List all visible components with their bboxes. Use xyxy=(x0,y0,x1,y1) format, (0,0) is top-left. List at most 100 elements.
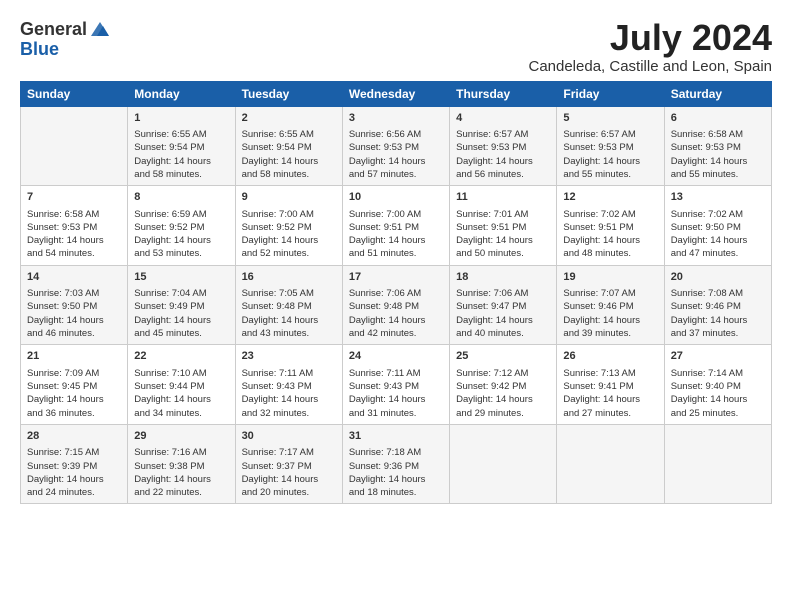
col-saturday: Saturday xyxy=(664,81,771,106)
cell-content-line: Sunrise: 6:58 AM xyxy=(27,208,121,221)
day-number: 30 xyxy=(242,429,336,444)
table-row: 6Sunrise: 6:58 AMSunset: 9:53 PMDaylight… xyxy=(664,106,771,186)
col-wednesday: Wednesday xyxy=(342,81,449,106)
day-number: 29 xyxy=(134,429,228,444)
cell-content-line: Sunset: 9:40 PM xyxy=(671,380,765,393)
cell-content-line: Sunrise: 7:05 AM xyxy=(242,287,336,300)
cell-content-line: Daylight: 14 hours xyxy=(563,234,657,247)
day-number: 23 xyxy=(242,349,336,364)
cell-content-line: Sunrise: 7:17 AM xyxy=(242,446,336,459)
cell-content-line: and 25 minutes. xyxy=(671,407,765,420)
cell-content-line: and 51 minutes. xyxy=(349,247,443,260)
day-number: 10 xyxy=(349,190,443,205)
cell-content-line: and 58 minutes. xyxy=(242,168,336,181)
cell-content-line: Sunset: 9:51 PM xyxy=(563,221,657,234)
cell-content-line: Daylight: 14 hours xyxy=(242,314,336,327)
cell-content-line: Daylight: 14 hours xyxy=(563,155,657,168)
cell-content-line: Sunset: 9:52 PM xyxy=(134,221,228,234)
col-friday: Friday xyxy=(557,81,664,106)
cell-content-line: Sunrise: 6:58 AM xyxy=(671,128,765,141)
cell-content-line: Daylight: 14 hours xyxy=(563,314,657,327)
table-row xyxy=(664,424,771,504)
cell-content-line: and 29 minutes. xyxy=(456,407,550,420)
cell-content-line: and 36 minutes. xyxy=(27,407,121,420)
cell-content-line: and 56 minutes. xyxy=(456,168,550,181)
table-row: 2Sunrise: 6:55 AMSunset: 9:54 PMDaylight… xyxy=(235,106,342,186)
cell-content-line: Sunset: 9:53 PM xyxy=(671,141,765,154)
day-number: 12 xyxy=(563,190,657,205)
cell-content-line: Sunset: 9:51 PM xyxy=(456,221,550,234)
cell-content-line: Sunrise: 7:08 AM xyxy=(671,287,765,300)
cell-content-line: Daylight: 14 hours xyxy=(242,234,336,247)
table-row: 19Sunrise: 7:07 AMSunset: 9:46 PMDayligh… xyxy=(557,265,664,345)
day-number: 15 xyxy=(134,270,228,285)
cell-content-line: and 31 minutes. xyxy=(349,407,443,420)
table-row: 10Sunrise: 7:00 AMSunset: 9:51 PMDayligh… xyxy=(342,186,449,266)
cell-content-line: Sunrise: 7:02 AM xyxy=(563,208,657,221)
day-number: 24 xyxy=(349,349,443,364)
day-number: 18 xyxy=(456,270,550,285)
table-row: 20Sunrise: 7:08 AMSunset: 9:46 PMDayligh… xyxy=(664,265,771,345)
cell-content-line: Daylight: 14 hours xyxy=(349,234,443,247)
logo-general: General xyxy=(20,20,87,38)
cell-content-line: and 37 minutes. xyxy=(671,327,765,340)
table-row: 15Sunrise: 7:04 AMSunset: 9:49 PMDayligh… xyxy=(128,265,235,345)
cell-content-line: Sunrise: 7:11 AM xyxy=(349,367,443,380)
cell-content-line: and 40 minutes. xyxy=(456,327,550,340)
table-row: 22Sunrise: 7:10 AMSunset: 9:44 PMDayligh… xyxy=(128,345,235,425)
cell-content-line: Daylight: 14 hours xyxy=(242,393,336,406)
month-year-title: July 2024 xyxy=(528,18,772,58)
cell-content-line: Sunset: 9:48 PM xyxy=(349,300,443,313)
table-row: 5Sunrise: 6:57 AMSunset: 9:53 PMDaylight… xyxy=(557,106,664,186)
cell-content-line: Daylight: 14 hours xyxy=(134,234,228,247)
cell-content-line: Daylight: 14 hours xyxy=(349,314,443,327)
cell-content-line: Daylight: 14 hours xyxy=(671,314,765,327)
cell-content-line: Sunrise: 7:00 AM xyxy=(349,208,443,221)
cell-content-line: Sunset: 9:54 PM xyxy=(134,141,228,154)
table-row: 28Sunrise: 7:15 AMSunset: 9:39 PMDayligh… xyxy=(21,424,128,504)
cell-content-line: Sunrise: 7:01 AM xyxy=(456,208,550,221)
day-number: 19 xyxy=(563,270,657,285)
table-row: 3Sunrise: 6:56 AMSunset: 9:53 PMDaylight… xyxy=(342,106,449,186)
col-sunday: Sunday xyxy=(21,81,128,106)
title-block: July 2024 Candeleda, Castille and Leon, … xyxy=(528,18,772,75)
table-row: 27Sunrise: 7:14 AMSunset: 9:40 PMDayligh… xyxy=(664,345,771,425)
cell-content-line: Sunset: 9:52 PM xyxy=(242,221,336,234)
calendar-week-row: 21Sunrise: 7:09 AMSunset: 9:45 PMDayligh… xyxy=(21,345,772,425)
cell-content-line: Sunset: 9:50 PM xyxy=(671,221,765,234)
cell-content-line: and 50 minutes. xyxy=(456,247,550,260)
cell-content-line: and 47 minutes. xyxy=(671,247,765,260)
table-row: 18Sunrise: 7:06 AMSunset: 9:47 PMDayligh… xyxy=(450,265,557,345)
cell-content-line: Sunrise: 7:06 AM xyxy=(456,287,550,300)
table-row: 29Sunrise: 7:16 AMSunset: 9:38 PMDayligh… xyxy=(128,424,235,504)
table-row: 11Sunrise: 7:01 AMSunset: 9:51 PMDayligh… xyxy=(450,186,557,266)
cell-content-line: Daylight: 14 hours xyxy=(671,393,765,406)
day-number: 22 xyxy=(134,349,228,364)
cell-content-line: Sunrise: 7:06 AM xyxy=(349,287,443,300)
cell-content-line: Sunset: 9:49 PM xyxy=(134,300,228,313)
cell-content-line: Sunrise: 7:15 AM xyxy=(27,446,121,459)
cell-content-line: Sunrise: 7:04 AM xyxy=(134,287,228,300)
cell-content-line: Sunset: 9:41 PM xyxy=(563,380,657,393)
cell-content-line: Daylight: 14 hours xyxy=(242,473,336,486)
day-number: 1 xyxy=(134,111,228,126)
cell-content-line: Sunset: 9:46 PM xyxy=(671,300,765,313)
calendar-week-row: 1Sunrise: 6:55 AMSunset: 9:54 PMDaylight… xyxy=(21,106,772,186)
cell-content-line: Daylight: 14 hours xyxy=(349,473,443,486)
cell-content-line: Sunset: 9:39 PM xyxy=(27,460,121,473)
cell-content-line: Sunrise: 7:16 AM xyxy=(134,446,228,459)
cell-content-line: Sunset: 9:43 PM xyxy=(349,380,443,393)
cell-content-line: and 34 minutes. xyxy=(134,407,228,420)
cell-content-line: and 43 minutes. xyxy=(242,327,336,340)
col-monday: Monday xyxy=(128,81,235,106)
calendar-week-row: 7Sunrise: 6:58 AMSunset: 9:53 PMDaylight… xyxy=(21,186,772,266)
day-number: 7 xyxy=(27,190,121,205)
day-number: 27 xyxy=(671,349,765,364)
cell-content-line: Sunset: 9:48 PM xyxy=(242,300,336,313)
cell-content-line: Sunset: 9:54 PM xyxy=(242,141,336,154)
cell-content-line: Sunrise: 6:55 AM xyxy=(242,128,336,141)
cell-content-line: Daylight: 14 hours xyxy=(349,393,443,406)
cell-content-line: Sunset: 9:38 PM xyxy=(134,460,228,473)
day-number: 28 xyxy=(27,429,121,444)
cell-content-line: and 53 minutes. xyxy=(134,247,228,260)
